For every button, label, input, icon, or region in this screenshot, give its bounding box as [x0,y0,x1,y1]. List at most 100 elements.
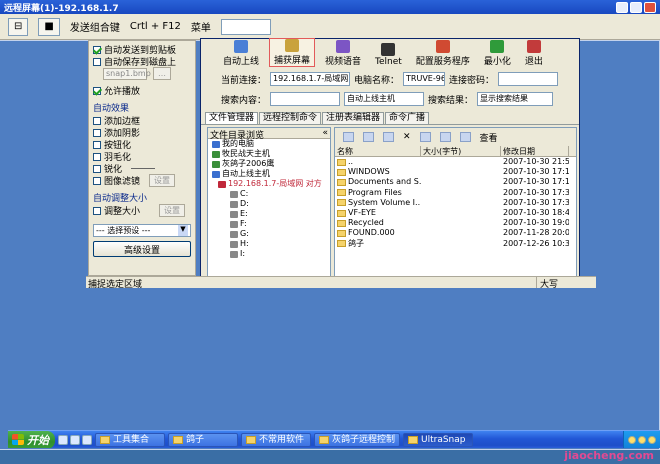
tree-node[interactable]: H: [208,239,330,249]
conn-password-field[interactable] [498,72,559,86]
file-row[interactable]: 鸽子 2007-12-26 10:38 [335,239,576,249]
search-scope-select[interactable]: 自动上线主机 [344,92,425,106]
tray-icon[interactable] [638,435,646,444]
toolbar-label: Telnet [375,57,402,67]
preset-select[interactable]: --- 选择预设 --- ▼ [93,224,191,237]
collapse-icon[interactable]: « [322,128,328,138]
tree-node[interactable]: 192.168.1.7-局域网 对方 [208,179,330,189]
new-folder-icon[interactable] [343,132,354,142]
advanced-settings-button[interactable]: 高级设置 [93,241,191,257]
file-row[interactable]: .. 2007-10-30 21:52 [335,157,576,167]
paste-icon[interactable] [383,132,394,142]
file-name-cell: 鸽子 [335,239,421,249]
image-filter-checkbox[interactable]: 图像滤镜 设置 [93,174,191,187]
effects-group-title: 自动效果 [93,104,130,114]
toolbar-item[interactable]: 最小化 [480,40,515,67]
tab[interactable]: 命令广播 [385,112,430,124]
tab[interactable]: 远程控制命令 [259,112,322,124]
auto-send-clipboard-checkbox[interactable]: 自动发送到剪贴板 [93,44,191,56]
tree-node[interactable]: D: [208,199,330,209]
browse-button[interactable]: … [153,67,171,80]
view-button[interactable]: 查看 [480,131,498,144]
fit-screen-button[interactable]: ⊟ [8,17,29,36]
drive-icon [212,170,220,178]
tree-node[interactable]: 自动上线主机 [208,169,330,179]
remote-screen-toolbar: ⊟ ■ 发送组合键 Crtl + F12 菜单 [0,14,660,40]
sharpen-slider[interactable] [131,168,156,169]
file-date: 2007-10-30 19:00 [503,218,569,228]
taskbar-item[interactable]: 鸽子 [168,432,238,447]
file-row[interactable]: Program Files 2007-10-30 17:31 [335,188,576,198]
tree-node[interactable]: C: [208,189,330,199]
resize-settings-button[interactable]: 设置 [159,204,186,217]
tree-node[interactable]: G: [208,229,330,239]
toolbar-item[interactable]: 视频语音 [321,40,365,67]
save-icon[interactable]: ■ [38,17,60,36]
taskbar-item[interactable]: 不常用软件 [241,432,311,447]
toolbar-item[interactable]: Telnet [371,43,406,67]
file-row[interactable]: System Volume I... 2007-10-30 17:35 [335,198,576,208]
menu-label[interactable]: 菜单 [191,19,211,34]
taskbar-item[interactable]: 工具集合 [95,432,165,447]
tree-node[interactable]: 灰鸽子2006鹰 [208,159,330,169]
file-row[interactable]: Documents and S... 2007-10-30 17:18 [335,177,576,187]
taskbar-item[interactable]: UltraSnap [403,432,474,447]
toolbar-item[interactable]: 自动上线 [219,40,263,67]
file-row[interactable]: FOUND.000 2007-11-28 20:06 [335,228,576,238]
column-header[interactable]: 修改日期 [501,146,569,156]
computer-name-field[interactable]: TRUVE-962A [403,72,446,86]
quick-launch-icon[interactable] [58,434,68,445]
tree-node[interactable]: E: [208,209,330,219]
toolbar-item[interactable]: 捕获屏幕 [269,38,316,67]
current-conn-field[interactable]: 192.168.1.7-局域网 x [270,72,351,86]
add-shadow-checkbox[interactable]: 添加阴影 [93,127,191,139]
upload-icon[interactable] [419,132,431,142]
tab[interactable]: 注册表编辑器 [322,112,385,124]
tree-node[interactable]: I: [208,249,330,259]
add-border-checkbox[interactable]: 添加边框 [93,115,191,127]
download-icon[interactable] [439,132,451,142]
save-file-input[interactable]: snap1.bmp [103,67,151,80]
tree-node[interactable]: 我的电脑 [208,139,330,149]
refresh-icon[interactable] [459,132,471,142]
copy-icon[interactable] [363,132,374,142]
file-name-cell: WINDOWS [335,167,421,177]
folder-icon [319,435,329,444]
sharpen-checkbox[interactable]: 锐化 [93,163,191,175]
toolbar-item[interactable]: 退出 [521,40,547,67]
resize-checkbox[interactable]: 调整大小 设置 [93,204,191,217]
quick-launch-icon[interactable] [82,434,92,445]
tray-icon[interactable] [628,435,636,444]
file-date: 2007-10-30 17:18 [503,177,569,187]
delete-icon[interactable]: ✕ [403,132,411,142]
tab[interactable]: 文件管理器 [205,112,259,124]
tray-icon[interactable] [648,435,656,444]
system-tray [623,431,660,448]
file-name: Program Files [348,187,402,197]
minimize-button[interactable] [616,1,628,13]
file-row[interactable]: Recycled 2007-10-30 19:00 [335,218,576,228]
filter-settings-button[interactable]: 设置 [149,174,176,187]
tree-node[interactable]: 牧民战天主机 [208,149,330,159]
file-row[interactable]: WINDOWS 2007-10-30 17:16 [335,167,576,177]
quick-launch-icon[interactable] [70,434,80,445]
column-header[interactable]: 名称 [335,146,421,156]
hotkey-input[interactable] [220,18,271,35]
start-button[interactable]: 开始 [8,431,55,448]
file-row[interactable]: VF-EYE 2007-10-30 18:44 [335,208,576,218]
allow-play-checkbox[interactable]: 允许播放 [93,85,191,97]
search-result-select[interactable]: 显示搜索结果 [477,92,554,106]
close-button[interactable] [644,1,656,13]
folder-icon [337,219,346,227]
taskbar-item[interactable]: 灰鸽子远程控制 [314,432,401,447]
caps-indicator: 大写 [536,277,596,290]
auto-save-disk-checkbox[interactable]: 自动保存到磁盘上 [93,56,191,68]
search-input[interactable] [270,92,341,106]
send-combo-label[interactable]: 发送组合键 [70,19,120,34]
button-shape-checkbox[interactable]: 按钮化 [93,139,191,151]
column-header[interactable]: 大小(字节) [421,146,501,156]
toolbar-item[interactable]: 配置服务程序 [412,40,474,67]
tree-node[interactable]: F: [208,219,330,229]
maximize-button[interactable] [630,1,642,13]
feather-checkbox[interactable]: 羽毛化 [93,151,191,163]
